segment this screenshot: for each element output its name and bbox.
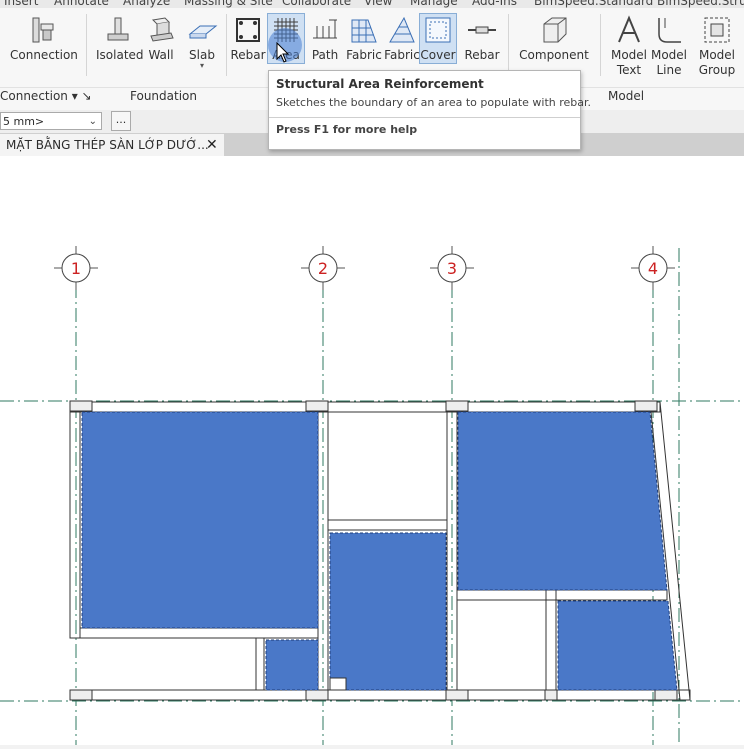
path-reinforcement-button[interactable]: Path — [308, 14, 342, 63]
slab-icon — [188, 25, 218, 39]
beam-secondary-2[interactable] — [456, 589, 668, 601]
beam-axis-1[interactable] — [69, 401, 81, 639]
isolated-foundation-icon — [107, 17, 129, 41]
more-options-button[interactable]: ... — [111, 111, 131, 131]
tooltip-help: Press F1 for more help — [276, 123, 418, 136]
view-tab-title: MẶT BẰNG THÉP SÀN LỚP DƯỚ... — [6, 138, 209, 152]
fabric-sheet-icon — [389, 16, 415, 43]
tooltip-divider — [269, 117, 580, 118]
rebar-button[interactable]: Rebar — [230, 14, 266, 63]
wall-foundation-icon — [150, 17, 174, 42]
area-reinforcement-region[interactable] — [81, 411, 319, 629]
beam-secondary-1[interactable] — [327, 519, 448, 531]
rebar-coupler-icon — [468, 26, 496, 34]
beam-secondary-3[interactable] — [545, 589, 557, 701]
separator — [600, 14, 601, 76]
grid-label-1: 1 — [71, 259, 81, 278]
cover-icon — [425, 17, 451, 43]
beam-bottom[interactable] — [69, 689, 691, 701]
separator — [86, 14, 87, 76]
chevron-down-icon: ⌄ — [88, 116, 97, 127]
isolated-button[interactable]: Isolated — [96, 14, 144, 63]
menu-massing-site[interactable]: Massing & Site — [184, 0, 273, 8]
drawing-canvas[interactable]: 1 2 3 4 — [0, 156, 744, 745]
type-selector-combo[interactable]: 5 mm> ⌄ — [0, 112, 102, 130]
opening — [329, 677, 347, 691]
connection-icon — [32, 17, 54, 43]
view-tab[interactable]: MẶT BẰNG THÉP SÀN LỚP DƯỚ... ✕ — [0, 134, 224, 156]
grid-label-3: 3 — [447, 259, 457, 278]
area-reinforcement-region[interactable] — [329, 532, 447, 691]
menu-analyze[interactable]: Analyze — [123, 0, 170, 8]
floor-plan[interactable]: 1 2 3 4 — [0, 156, 744, 745]
beam-secondary-4[interactable] — [79, 627, 319, 639]
beam-top[interactable] — [69, 401, 661, 413]
model-group-icon — [704, 17, 730, 43]
menu-insert[interactable]: Insert — [4, 0, 38, 8]
model-line-button[interactable]: Model Line — [650, 14, 688, 78]
fabric-area-button[interactable]: Fabric — [346, 14, 382, 63]
tooltip: Structural Area Reinforcement Sketches t… — [268, 70, 592, 150]
area-reinforcement-region[interactable] — [457, 411, 668, 591]
menu-bimspeed-struct[interactable]: BimSpeed.Struct — [657, 0, 744, 8]
menu-view[interactable]: View — [364, 0, 392, 8]
menu-add-ins[interactable]: Add-Ins — [472, 0, 517, 8]
cover-button[interactable]: Cover — [419, 13, 457, 64]
menu-bar: Insert Annotate Analyze Massing & Site C… — [0, 0, 744, 8]
model-line-icon — [658, 18, 681, 43]
grid-label-2: 2 — [318, 259, 328, 278]
menu-collaborate[interactable]: Collaborate — [282, 0, 351, 8]
connection-button[interactable]: Connection — [10, 14, 78, 63]
tooltip-description: Sketches the boundary of an area to popu… — [276, 96, 592, 109]
fabric-area-icon — [351, 19, 377, 43]
model-text-icon — [618, 15, 640, 43]
slab-foundation-button[interactable]: Slab — [184, 14, 220, 69]
close-icon[interactable]: ✕ — [206, 134, 218, 156]
panel-title-model: Model — [608, 89, 645, 103]
mouse-cursor-icon — [276, 42, 290, 63]
separator — [226, 14, 227, 76]
panel-title-connection[interactable]: Connection ▾ ↘ — [0, 89, 92, 107]
beam-secondary-5[interactable] — [255, 637, 265, 691]
menu-annotate[interactable]: Annotate — [54, 0, 109, 8]
menu-manage[interactable]: Manage — [410, 0, 458, 8]
rebar-coupler-button[interactable]: Rebar — [462, 14, 502, 63]
panel-title-foundation: Foundation — [130, 89, 197, 103]
model-text-button[interactable]: Model Text — [608, 14, 650, 78]
rebar-icon — [236, 18, 260, 42]
grid-label-4: 4 — [648, 259, 658, 278]
tooltip-title: Structural Area Reinforcement — [276, 77, 484, 91]
wall-foundation-button[interactable]: Wall — [144, 14, 178, 63]
path-reinforcement-icon — [313, 19, 337, 39]
fabric-sheet-button[interactable]: Fabric — [384, 14, 420, 63]
area-reinforcement-region[interactable] — [557, 600, 678, 691]
menu-bimspeed-standard[interactable]: BimSpeed.Standard — [534, 0, 653, 8]
component-button[interactable]: Component — [518, 14, 590, 63]
area-reinforcement-region[interactable] — [265, 639, 319, 691]
separator — [508, 14, 509, 76]
component-icon — [543, 17, 567, 43]
model-group-button[interactable]: Model Group — [694, 14, 740, 78]
